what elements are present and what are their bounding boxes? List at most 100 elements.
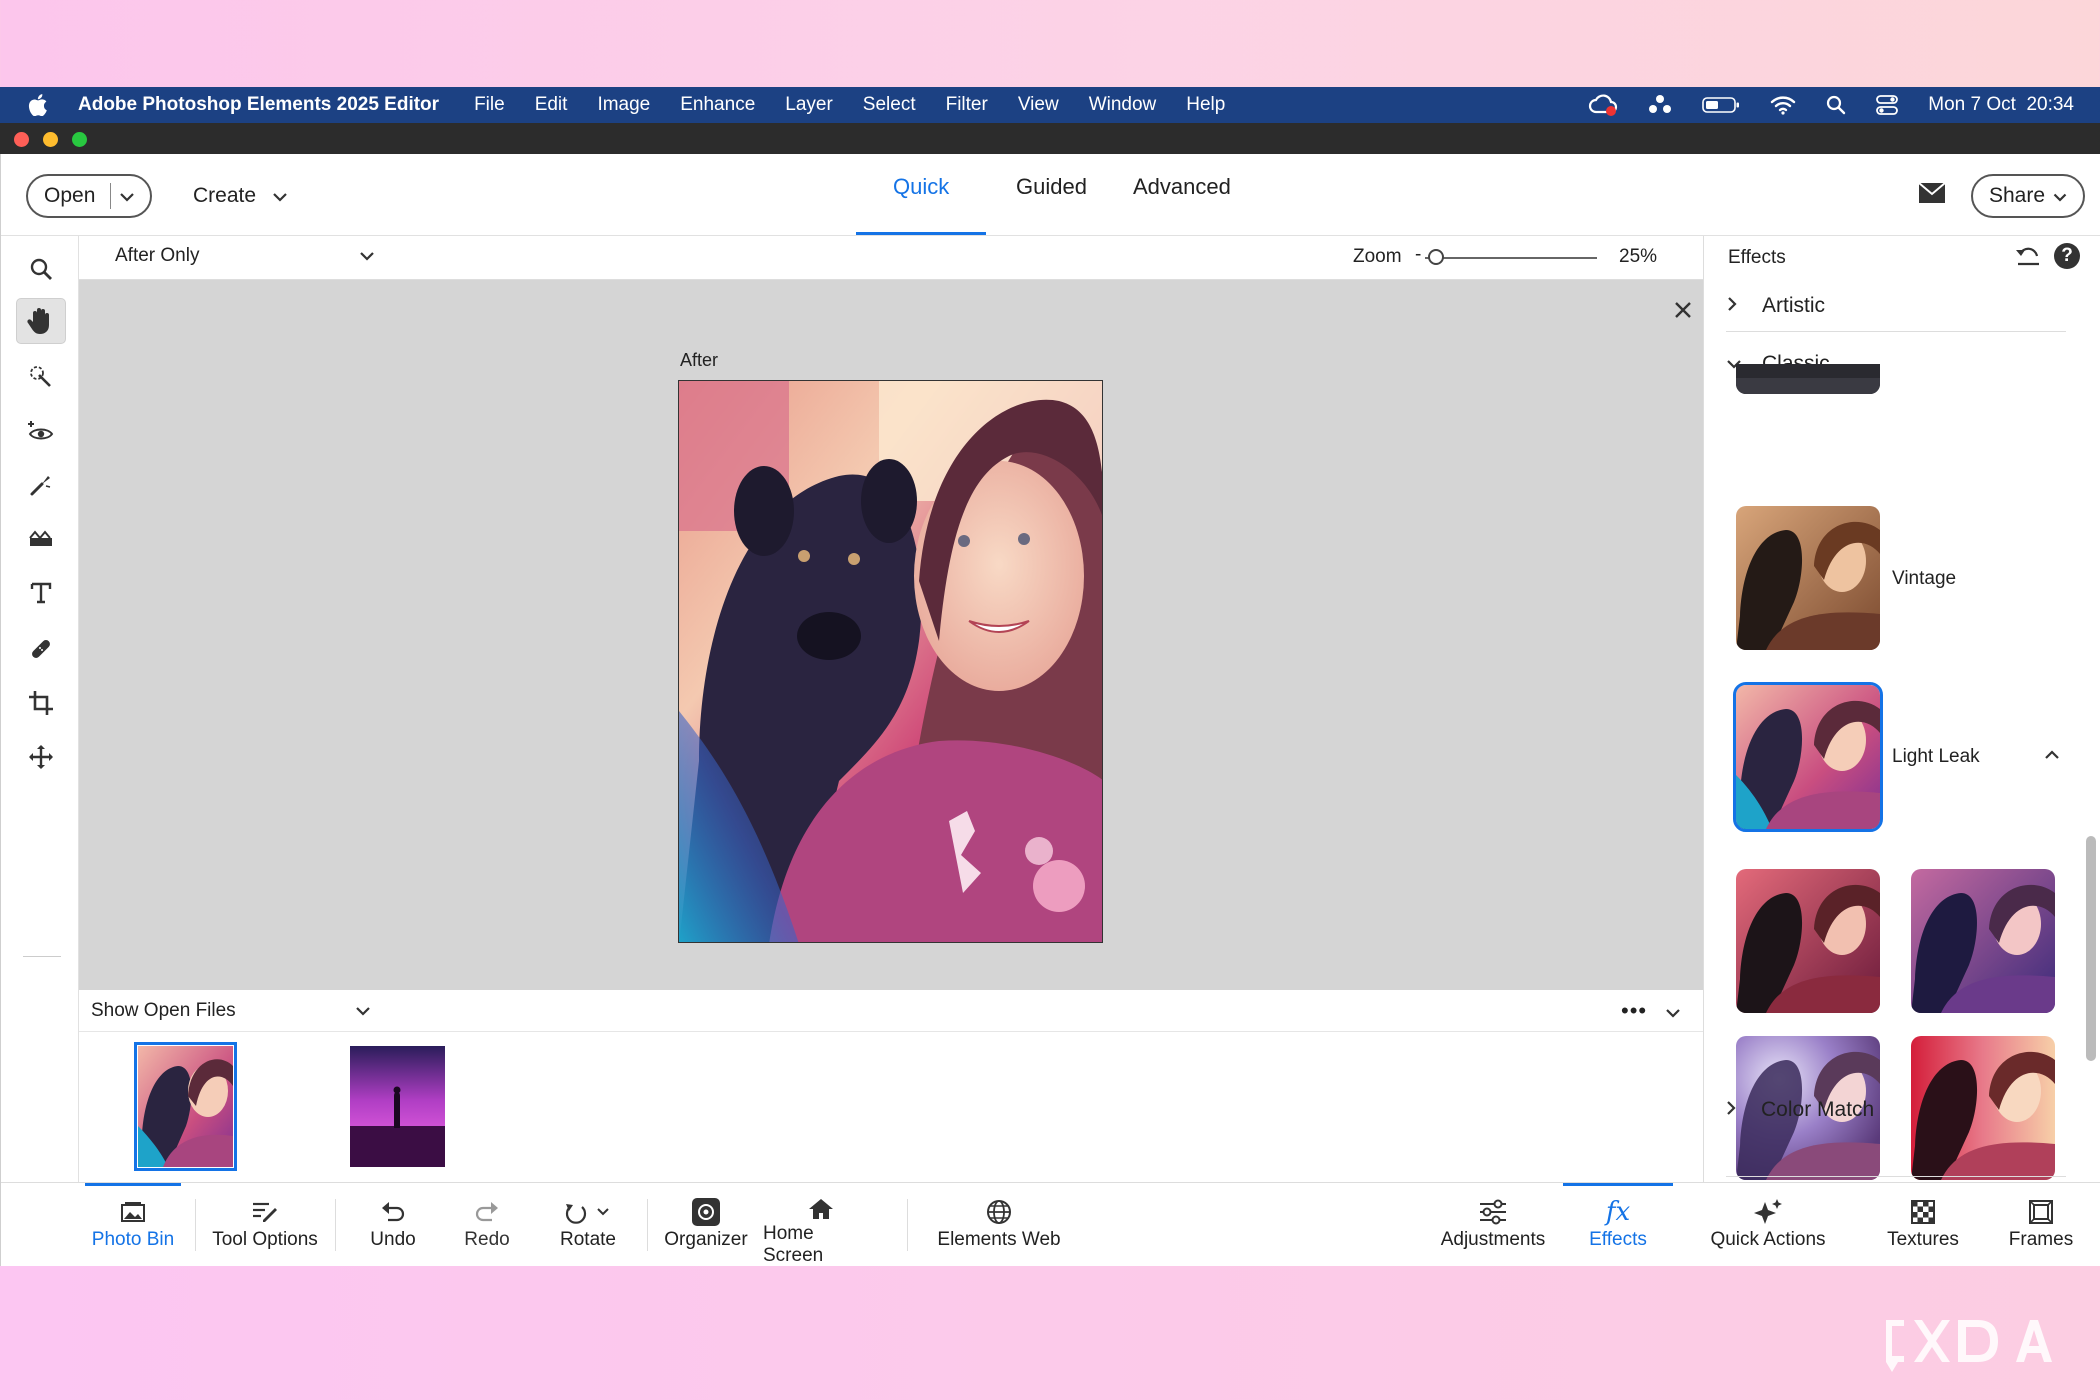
share-button[interactable]: Share [1971, 174, 2085, 218]
chevron-up-icon[interactable] [2044, 748, 2060, 766]
menu-select[interactable]: Select [863, 94, 916, 116]
category-color-match[interactable]: Color Match [1725, 1090, 2065, 1130]
menu-enhance[interactable]: Enhance [680, 94, 755, 116]
control-center-icon[interactable] [1876, 95, 1899, 115]
tab-advanced[interactable]: Advanced [1133, 174, 1231, 200]
crop-tool-icon[interactable] [16, 680, 66, 726]
chevron-right-icon [1725, 1098, 1761, 1122]
hand-tool-icon[interactable] [16, 298, 66, 344]
menu-window[interactable]: Window [1089, 94, 1157, 116]
undo-icon [380, 1195, 406, 1229]
menu-view[interactable]: View [1018, 94, 1059, 116]
dock-tool-options[interactable]: Tool Options [207, 1183, 323, 1267]
chevron-down-icon [2053, 184, 2067, 208]
dock-undo-label: Undo [370, 1229, 416, 1250]
whiten-teeth-tool-icon[interactable] [16, 462, 66, 508]
effect-thumbnail[interactable] [1736, 364, 1880, 394]
help-icon[interactable]: ? [2054, 243, 2080, 269]
page-background [0, 1266, 2100, 1400]
dock-photo-bin[interactable]: Photo Bin [85, 1183, 181, 1267]
dock-elements-web[interactable]: Elements Web [933, 1183, 1065, 1267]
dock-quick-actions[interactable]: Quick Actions [1703, 1183, 1833, 1267]
zoom-value[interactable]: 25% [1619, 246, 1657, 268]
home-icon [808, 1195, 834, 1223]
dock-undo[interactable]: Undo [359, 1183, 427, 1267]
zoom-slider-track[interactable] [1425, 257, 1597, 259]
tool-options-icon [251, 1195, 279, 1229]
create-button[interactable]: Create [193, 174, 288, 218]
wifi-icon[interactable] [1770, 95, 1796, 115]
dock-divider [195, 1199, 196, 1251]
menu-help[interactable]: Help [1186, 94, 1225, 116]
photo-bin-header: Show Open Files ••• [79, 990, 1703, 1032]
category-artistic[interactable]: Artistic [1726, 286, 2066, 326]
close-window-button[interactable] [14, 132, 29, 147]
image-canvas[interactable]: After [79, 280, 1703, 990]
more-options-icon[interactable]: ••• [1621, 998, 1647, 1024]
macos-menubar: Adobe Photoshop Elements 2025 Editor Fil… [0, 87, 2100, 123]
dock-textures-label: Textures [1887, 1229, 1959, 1250]
tab-guided[interactable]: Guided [1016, 174, 1087, 200]
category-artistic-label: Artistic [1762, 294, 1825, 317]
menu-file[interactable]: File [474, 94, 505, 116]
close-icon[interactable] [1673, 300, 1693, 325]
zoom-out-icon[interactable]: - [1415, 244, 1421, 266]
mail-icon[interactable] [1918, 182, 1946, 209]
effect-vintage-thumbnail[interactable] [1736, 506, 1880, 650]
tools-panel [1, 236, 79, 1182]
healing-brush-tool-icon[interactable] [16, 626, 66, 672]
category-divider [1726, 1176, 2066, 1177]
show-open-files-label: Show Open Files [91, 1000, 236, 1021]
dock-rotate[interactable]: Rotate [549, 1183, 627, 1267]
menu-image[interactable]: Image [597, 94, 650, 116]
effect-light-leak-thumbnail[interactable] [1733, 682, 1883, 832]
dock-adjustments[interactable]: Adjustments [1435, 1183, 1551, 1267]
dock-redo[interactable]: Redo [453, 1183, 521, 1267]
zoom-window-button[interactable] [72, 132, 87, 147]
dock-frames[interactable]: Frames [2003, 1183, 2079, 1267]
rotate-icon [564, 1195, 612, 1229]
active-tab-indicator [856, 232, 986, 235]
edited-photo[interactable] [678, 380, 1103, 943]
effects-panel: Effects ? Artistic Classic Vintage Light… [1703, 236, 2100, 1182]
menu-layer[interactable]: Layer [785, 94, 833, 116]
open-button[interactable]: Open [26, 174, 152, 218]
straighten-tool-icon[interactable] [16, 516, 66, 562]
photo-bin-icon [120, 1195, 146, 1229]
chevron-down-icon [272, 184, 288, 208]
effects-scrollbar[interactable] [2086, 836, 2096, 1061]
dock-organizer[interactable]: Organizer [661, 1183, 751, 1267]
menu-edit[interactable]: Edit [535, 94, 568, 116]
show-open-files-select[interactable]: Show Open Files [91, 1000, 371, 1022]
minimize-window-button[interactable] [43, 132, 58, 147]
effect-variant-thumbnail[interactable] [1911, 869, 2055, 1013]
battery-icon[interactable] [1702, 96, 1740, 114]
effect-variant-thumbnail[interactable] [1736, 869, 1880, 1013]
dock-adjustments-label: Adjustments [1440, 1229, 1546, 1250]
menubar-clock[interactable]: Mon 7 Oct 20:34 [1928, 94, 2074, 116]
creative-cloud-icon[interactable] [1588, 93, 1618, 117]
dock-textures[interactable]: Textures [1881, 1183, 1965, 1267]
spotlight-search-icon[interactable] [1826, 95, 1846, 115]
chevron-right-icon [1726, 294, 1762, 318]
dock-home-screen[interactable]: Home Screen [763, 1183, 879, 1267]
app-name-menu[interactable]: Adobe Photoshop Elements 2025 Editor [78, 94, 439, 116]
chevron-down-icon [355, 1000, 371, 1022]
view-mode-select[interactable]: After Only [115, 245, 375, 267]
move-tool-icon[interactable] [16, 734, 66, 780]
apple-icon[interactable] [28, 94, 68, 116]
text-tool-icon[interactable] [16, 570, 66, 616]
dock-effects[interactable]: fx Effects [1563, 1183, 1673, 1267]
zoom-tool-icon[interactable] [16, 246, 66, 292]
quick-selection-tool-icon[interactable] [16, 354, 66, 400]
tab-quick[interactable]: Quick [893, 174, 949, 200]
chevron-down-icon[interactable] [111, 184, 135, 208]
photo-bin-thumbnail[interactable] [350, 1046, 445, 1167]
photo-bin-thumbnail[interactable] [134, 1042, 237, 1171]
zoom-slider-thumb[interactable] [1428, 249, 1445, 265]
red-eye-tool-icon[interactable] [16, 408, 66, 454]
reset-icon[interactable] [2014, 244, 2042, 274]
chevron-down-icon[interactable] [1665, 1002, 1681, 1024]
people-icon[interactable] [1648, 94, 1672, 116]
menu-filter[interactable]: Filter [946, 94, 988, 116]
